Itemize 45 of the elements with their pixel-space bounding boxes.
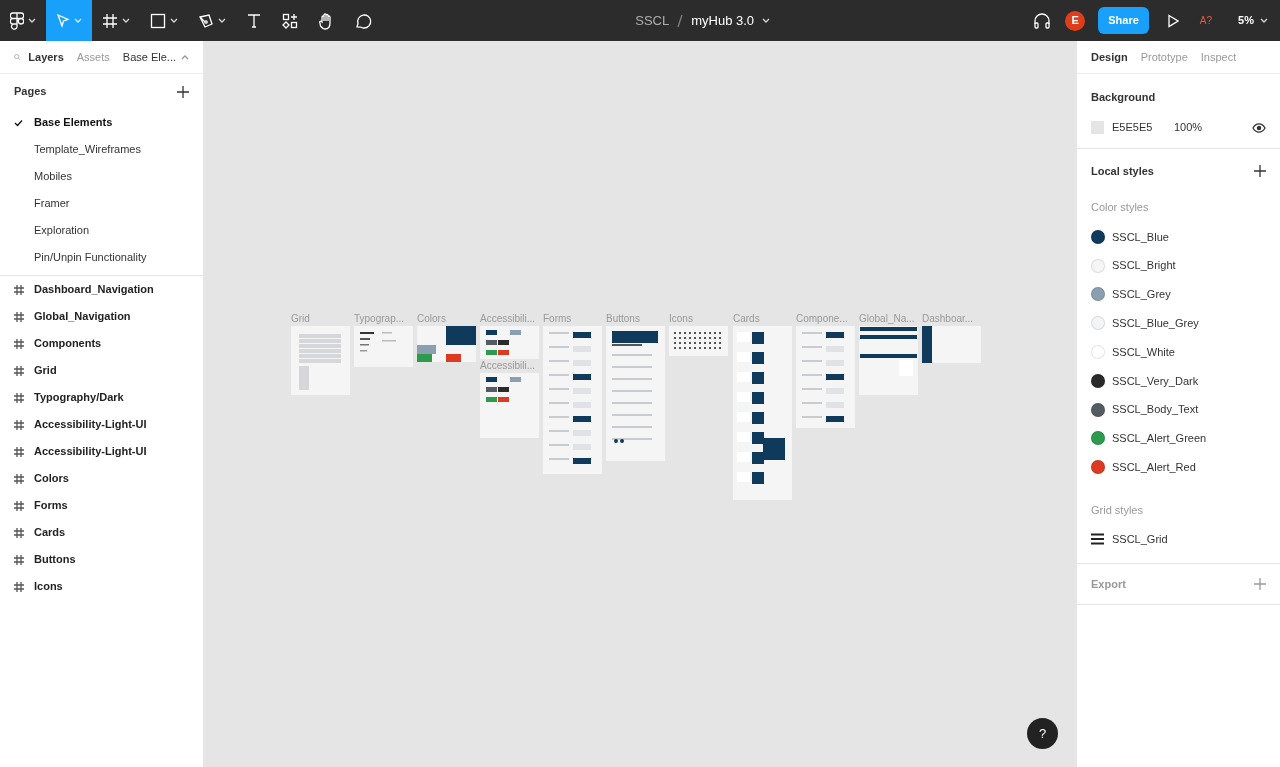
color-style-item[interactable]: SSCL_Bright bbox=[1091, 251, 1266, 281]
page-item[interactable]: Framer bbox=[0, 190, 203, 217]
layer-item[interactable]: Forms bbox=[0, 492, 203, 519]
subsection-heading: Grid styles bbox=[1091, 502, 1144, 518]
section-heading: Export bbox=[1091, 576, 1126, 592]
layer-item[interactable]: Buttons bbox=[0, 546, 203, 573]
hex-value[interactable]: E5E5E5 bbox=[1112, 119, 1174, 136]
layer-item[interactable]: Components bbox=[0, 330, 203, 357]
layer-item[interactable]: Dashboard_Navigation bbox=[0, 276, 203, 303]
panel-tab[interactable]: Layers bbox=[28, 48, 64, 66]
layer-item[interactable]: Grid bbox=[0, 357, 203, 384]
color-style-item[interactable]: SSCL_Very_Dark bbox=[1091, 366, 1266, 396]
color-style-item[interactable]: SSCL_White bbox=[1091, 337, 1266, 367]
layer-item[interactable]: Icons bbox=[0, 573, 203, 600]
layer-item[interactable]: Accessibility-Light-UI bbox=[0, 438, 203, 465]
page-item[interactable]: Exploration bbox=[0, 217, 203, 244]
page-item[interactable]: Mobiles bbox=[0, 163, 203, 190]
missing-fonts-button[interactable]: A? bbox=[1199, 13, 1213, 28]
section-heading: Background bbox=[1091, 90, 1157, 105]
layer-item[interactable]: Colors bbox=[0, 465, 203, 492]
color-style-item[interactable]: SSCL_Grey bbox=[1091, 280, 1266, 309]
grid-style-item[interactable]: SSCL_Grid bbox=[1091, 525, 1266, 554]
page-item[interactable]: Template_Wireframes bbox=[0, 136, 203, 163]
color-style-item[interactable]: SSCL_Alert_Red bbox=[1091, 452, 1266, 482]
page-item[interactable]: Pin/Unpin Functionality bbox=[0, 244, 203, 271]
layer-item[interactable]: Global_Navigation bbox=[0, 303, 203, 330]
layer-item[interactable]: Typography/Dark bbox=[0, 384, 203, 411]
zoom-button[interactable]: 5% bbox=[1238, 12, 1268, 29]
pages-heading: Pages bbox=[14, 84, 47, 100]
page-picker[interactable]: Base Ele... bbox=[122, 48, 189, 66]
user-avatar[interactable]: E bbox=[1065, 10, 1086, 31]
file-name-button[interactable]: myHub 3.0 bbox=[691, 10, 771, 31]
page-item[interactable]: Base Elements bbox=[0, 109, 203, 136]
project-name[interactable]: SSCL bbox=[635, 10, 670, 31]
layer-item[interactable]: Cards bbox=[0, 519, 203, 546]
color-style-item[interactable]: SSCL_Alert_Green bbox=[1091, 424, 1266, 453]
layer-item[interactable]: Accessibility-Light-UI bbox=[0, 411, 203, 438]
color-style-item[interactable]: SSCL_Blue_Grey bbox=[1091, 308, 1266, 338]
section-heading: Local styles bbox=[1091, 163, 1154, 179]
color-style-item[interactable]: SSCL_Blue bbox=[1091, 222, 1266, 252]
help-button[interactable]: ? bbox=[1027, 718, 1058, 749]
panel-tab[interactable]: Design bbox=[1091, 48, 1128, 66]
opacity-value[interactable]: 100% bbox=[1174, 119, 1203, 136]
color-style-item[interactable]: SSCL_Body_Text bbox=[1091, 395, 1266, 425]
subsection-heading: Color styles bbox=[1091, 200, 1150, 215]
